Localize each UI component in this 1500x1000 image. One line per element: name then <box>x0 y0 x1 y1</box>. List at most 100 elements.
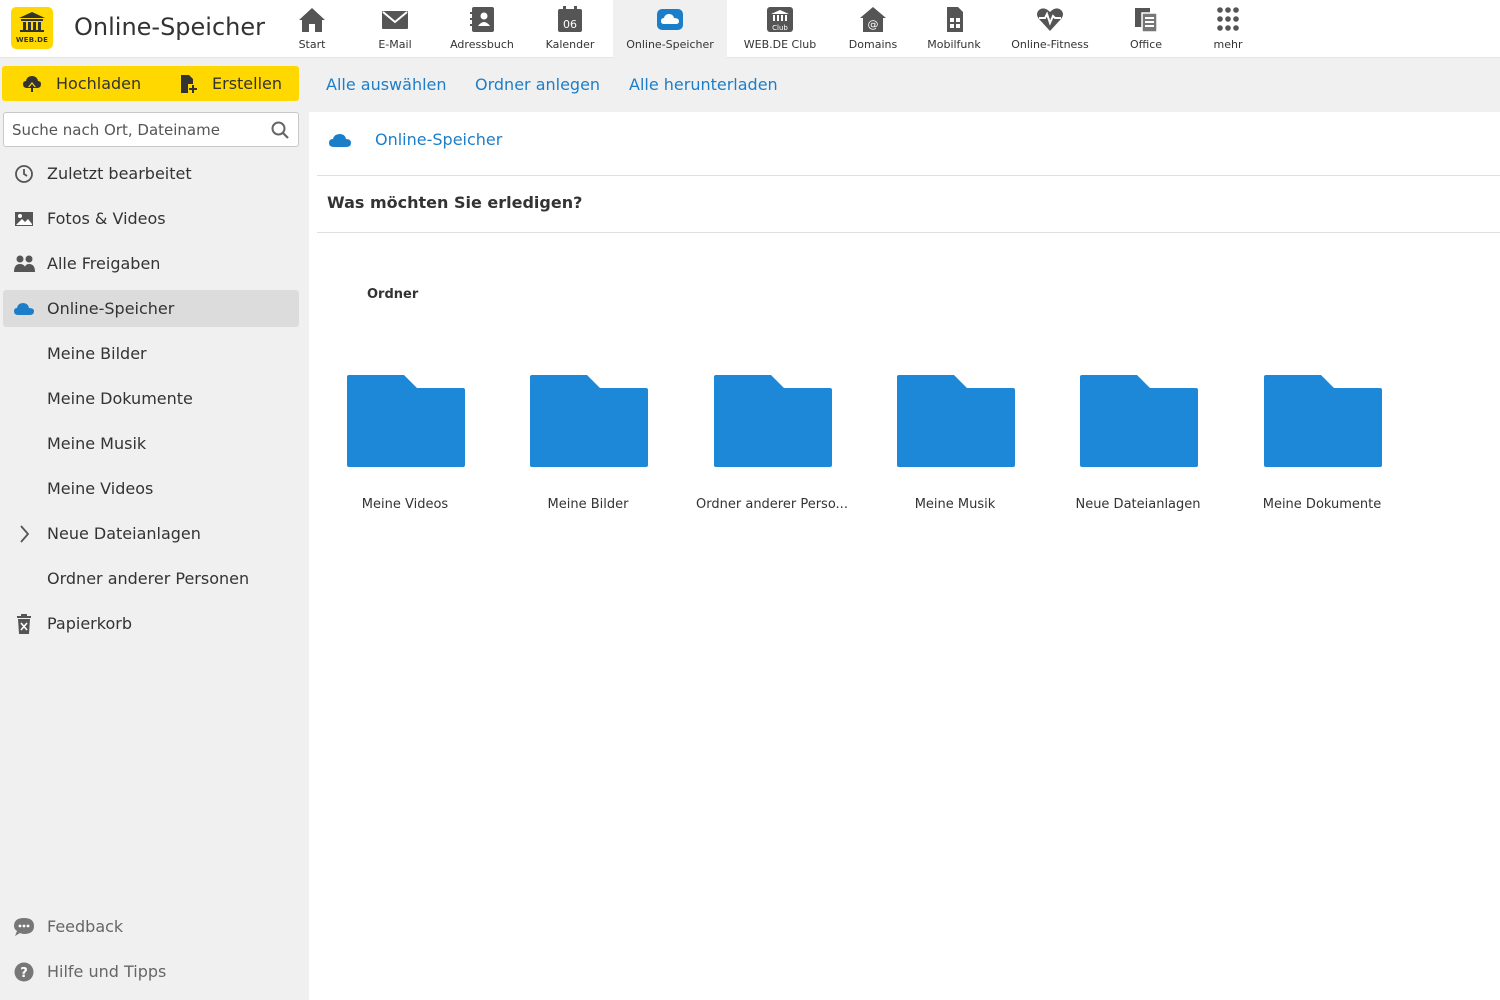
webde-logo[interactable]: WEB.DE <box>11 7 53 49</box>
folder-meine-musik[interactable]: Meine Musik <box>880 370 1030 520</box>
mail-icon <box>382 11 408 29</box>
topnav-online-speicher[interactable]: Online-Speicher <box>613 0 727 58</box>
sidebar-footer-label: Feedback <box>47 917 124 936</box>
create-label: Erstellen <box>212 74 283 93</box>
topnav-webde-club[interactable]: Club WEB.DE Club <box>740 0 820 58</box>
search-icon[interactable] <box>271 121 289 139</box>
folder-icon <box>1264 375 1382 467</box>
sidebar-item-label: Meine Dokumente <box>47 389 193 408</box>
logo-building-icon <box>19 12 45 32</box>
calendar-icon: 06 <box>558 6 582 32</box>
folder-label: Ordner anderer Perso... <box>696 497 848 512</box>
topnav-adressbuch[interactable]: Adressbuch <box>446 0 518 58</box>
sidebar-item-meine-musik[interactable]: Meine Musik <box>3 425 299 462</box>
folder-label: Meine Musik <box>914 497 996 512</box>
image-icon <box>15 212 33 226</box>
sidebar-footer-label: Hilfe und Tipps <box>47 962 167 981</box>
sidebar-item-label: Meine Bilder <box>47 344 147 363</box>
sidebar-item-neue-dateianlagen[interactable]: Neue Dateianlagen <box>3 515 299 552</box>
folder-meine-bilder[interactable]: Meine Bilder <box>513 370 663 520</box>
folder-icon <box>1080 375 1198 467</box>
search-box <box>3 112 299 147</box>
sidebar-item-online-speicher[interactable]: Online-Speicher <box>3 290 299 327</box>
logo-text: WEB.DE <box>15 36 49 44</box>
folder-label: Meine Dokumente <box>1262 497 1382 512</box>
sidebar-item-label: Papierkorb <box>47 614 132 633</box>
upload-label: Hochladen <box>56 74 142 93</box>
help-icon: ? <box>14 962 34 982</box>
sidebar-feedback[interactable]: Feedback <box>3 908 299 945</box>
clock-icon <box>15 165 33 183</box>
create-button[interactable]: Erstellen <box>178 66 282 101</box>
people-icon <box>14 255 35 272</box>
topnav-office[interactable]: Office <box>1118 0 1174 58</box>
folder-label: Neue Dateianlagen <box>1075 497 1201 512</box>
folder-neue-dateianlagen[interactable]: Neue Dateianlagen <box>1063 370 1213 520</box>
topnav-kalender[interactable]: 06 Kalender <box>538 0 602 58</box>
sidebar-item-label: Meine Musik <box>47 434 147 453</box>
breadcrumb-online-speicher[interactable]: Online-Speicher <box>375 130 502 149</box>
domain-icon: @ <box>860 7 886 32</box>
create-folder-link[interactable]: Ordner anlegen <box>475 75 600 94</box>
task-question: Was möchten Sie erledigen? <box>317 176 1500 233</box>
svg-text:Club: Club <box>772 24 788 32</box>
sidebar-item-ordner-anderer-personen[interactable]: Ordner anderer Personen <box>3 560 299 597</box>
sidebar-item-alle-freigaben[interactable]: Alle Freigaben <box>3 245 299 282</box>
sidebar-item-meine-videos[interactable]: Meine Videos <box>3 470 299 507</box>
cloud-upload-icon <box>23 75 41 93</box>
folder-meine-dokumente[interactable]: Meine Dokumente <box>1247 370 1397 520</box>
folder-ordner-anderer-personen[interactable]: Ordner anderer Perso... <box>696 370 848 520</box>
download-all-link[interactable]: Alle herunterladen <box>629 75 778 94</box>
topnav-mehr[interactable]: mehr <box>1203 0 1253 58</box>
sidebar-item-papierkorb[interactable]: Papierkorb <box>3 605 299 642</box>
heart-pulse-icon <box>1037 8 1063 31</box>
svg-text:?: ? <box>20 966 28 981</box>
search-input[interactable] <box>12 119 262 141</box>
top-navigation-bar: WEB.DE Online-Speicher Start E-Mail Adre… <box>0 0 1500 58</box>
select-all-link[interactable]: Alle auswählen <box>326 75 447 94</box>
sidebar-item-label: Zuletzt bearbeitet <box>47 164 192 183</box>
sidebar-item-meine-dokumente[interactable]: Meine Dokumente <box>3 380 299 417</box>
chat-icon <box>14 918 34 936</box>
sidebar-item-label: Ordner anderer Personen <box>47 569 250 588</box>
upload-button[interactable]: Hochladen <box>22 66 141 101</box>
sim-card-icon <box>947 7 963 32</box>
folder-meine-videos[interactable]: Meine Videos <box>330 370 480 520</box>
sidebar-item-meine-bilder[interactable]: Meine Bilder <box>3 335 299 372</box>
folder-icon <box>714 375 832 467</box>
grid-icon <box>1217 7 1239 31</box>
club-icon: Club <box>767 7 793 32</box>
sidebar-item-label: Alle Freigaben <box>47 254 161 273</box>
folders-section-title: Ordner <box>367 287 419 302</box>
sidebar-item-zuletzt-bearbeitet[interactable]: Zuletzt bearbeitet <box>3 155 299 192</box>
app-title: Online-Speicher <box>74 13 266 41</box>
folder-label: Meine Videos <box>361 497 449 512</box>
folder-icon <box>530 375 648 467</box>
topnav-email[interactable]: E-Mail <box>364 0 426 58</box>
folder-icon <box>897 375 1015 467</box>
sidebar-help[interactable]: ? Hilfe und Tipps <box>3 953 299 990</box>
page-heading: Was möchten Sie erledigen? <box>327 193 583 212</box>
topnav-online-fitness[interactable]: Online-Fitness <box>1003 0 1097 58</box>
sidebar: Hochladen Erstellen Zuletzt bearbeitet F… <box>0 58 309 1000</box>
topnav-start[interactable]: Start <box>282 0 342 58</box>
home-icon <box>299 8 325 32</box>
sidebar-item-fotos-videos[interactable]: Fotos & Videos <box>3 200 299 237</box>
svg-text:@: @ <box>868 18 879 31</box>
office-icon <box>1135 8 1158 33</box>
sidebar-item-label: Neue Dateianlagen <box>47 524 201 543</box>
sidebar-item-label: Online-Speicher <box>47 299 175 318</box>
primary-button-bar: Hochladen Erstellen <box>2 66 299 101</box>
sidebar-item-label: Fotos & Videos <box>47 209 166 228</box>
action-bar: Alle auswählen Ordner anlegen Alle herun… <box>309 58 1500 112</box>
chevron-right-icon[interactable] <box>13 524 35 544</box>
breadcrumb: Online-Speicher <box>317 112 1500 176</box>
sidebar-item-label: Meine Videos <box>47 479 154 498</box>
topnav-domains[interactable]: @ Domains <box>842 0 904 58</box>
address-book-icon <box>470 7 494 32</box>
trash-icon <box>17 614 31 634</box>
calendar-day: 06 <box>563 18 577 31</box>
cloud-icon <box>657 9 683 30</box>
folder-label: Meine Bilder <box>547 497 629 512</box>
topnav-mobilfunk[interactable]: Mobilfunk <box>922 0 986 58</box>
